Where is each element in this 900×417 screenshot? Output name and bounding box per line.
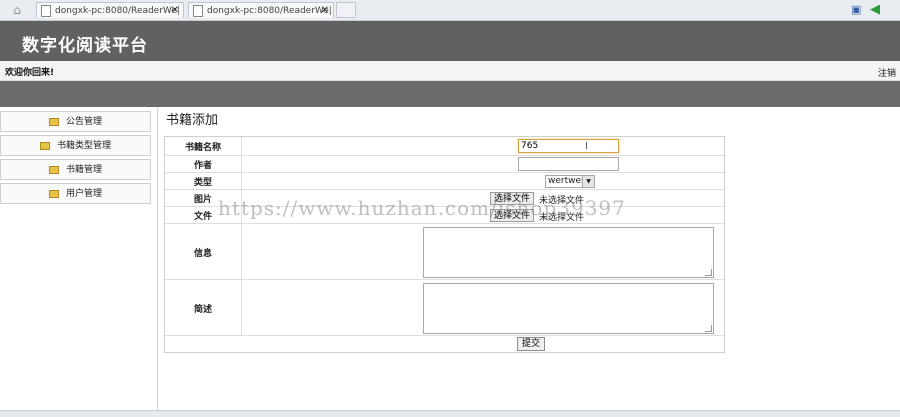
info-label: 信息 [165,224,242,280]
type-select[interactable]: wertwert ▼ [545,175,595,188]
description-textarea[interactable] [423,283,714,334]
page-title: 书籍添加 [166,113,219,128]
name-label: 书籍名称 [165,137,242,155]
home-icon[interactable]: ⌂ [10,3,24,17]
sidebar: 公告管理 书籍类型管理 书籍管理 用户管理 [0,107,158,410]
welcome-text: 欢迎你回来! [5,68,55,78]
name-input[interactable] [518,139,619,153]
tab-label: dongxk-pc:8080/ReaderWe| [207,6,332,16]
sidebar-item-notices[interactable]: 公告管理 [0,111,151,132]
new-tab-button[interactable] [336,2,356,18]
browser-chrome: ⌂ dongxk-pc:8080/ReaderWe| ✕ dongxk-pc:8… [0,0,900,21]
page-icon [41,4,51,17]
form-row-name: 书籍名称 I [165,137,724,155]
form-row-submit: 提交 [165,335,724,353]
browser-tab-1[interactable]: dongxk-pc:8080/ReaderWe| ✕ [36,2,184,18]
resize-handle-icon[interactable] [705,269,712,276]
type-label: 类型 [165,173,242,190]
folder-icon [48,117,59,126]
page-info-icon[interactable]: ▣ [851,3,863,16]
nav-bar [0,81,900,107]
form-row-type: 类型 wertwert ▼ [165,172,724,190]
sidebar-item-label: 公告管理 [65,117,102,127]
text-cursor-icon: I [585,141,588,152]
sidebar-item-book-types[interactable]: 书籍类型管理 [0,135,151,156]
folder-icon [48,165,59,174]
site-title: 数字化阅读平台 [22,36,148,56]
welcome-bar: 欢迎你回来! 注销 [0,61,900,81]
form-row-info: 信息 [165,223,724,280]
close-icon[interactable]: ✕ [171,3,179,18]
author-input[interactable] [518,157,619,171]
sidebar-item-users[interactable]: 用户管理 [0,183,151,204]
sidebar-item-label: 用户管理 [65,189,102,199]
form-row-description: 简述 [165,279,724,336]
folder-icon [39,141,50,150]
chevron-down-icon[interactable]: ▼ [582,176,594,187]
description-label: 简述 [165,280,242,336]
folder-icon [48,189,59,198]
sidebar-item-label: 书籍管理 [65,165,102,175]
back-arrow-icon[interactable]: ◀ [870,2,884,17]
submit-button[interactable]: 提交 [517,337,546,351]
info-textarea[interactable] [423,227,714,278]
page-icon [193,4,203,17]
browser-tab-2[interactable]: dongxk-pc:8080/ReaderWe| ✕ [188,2,334,18]
sidebar-item-books[interactable]: 书籍管理 [0,159,151,180]
sidebar-item-label: 书籍类型管理 [56,141,111,151]
tab-label: dongxk-pc:8080/ReaderWe| [55,6,180,16]
form-row-author: 作者 [165,155,724,173]
close-icon[interactable]: ✕ [321,3,329,18]
author-label: 作者 [165,156,242,173]
app-header: 数字化阅读平台 [0,21,900,61]
logout-link[interactable]: 注销 [878,66,896,79]
resize-handle-icon[interactable] [705,325,712,332]
watermark-text: https://www.huzhan.com/ishop39397 [218,196,626,220]
book-add-form: 书籍名称 I 作者 类型 wertwert ▼ 图片 选择文件 未选择文件 文件… [164,136,725,353]
